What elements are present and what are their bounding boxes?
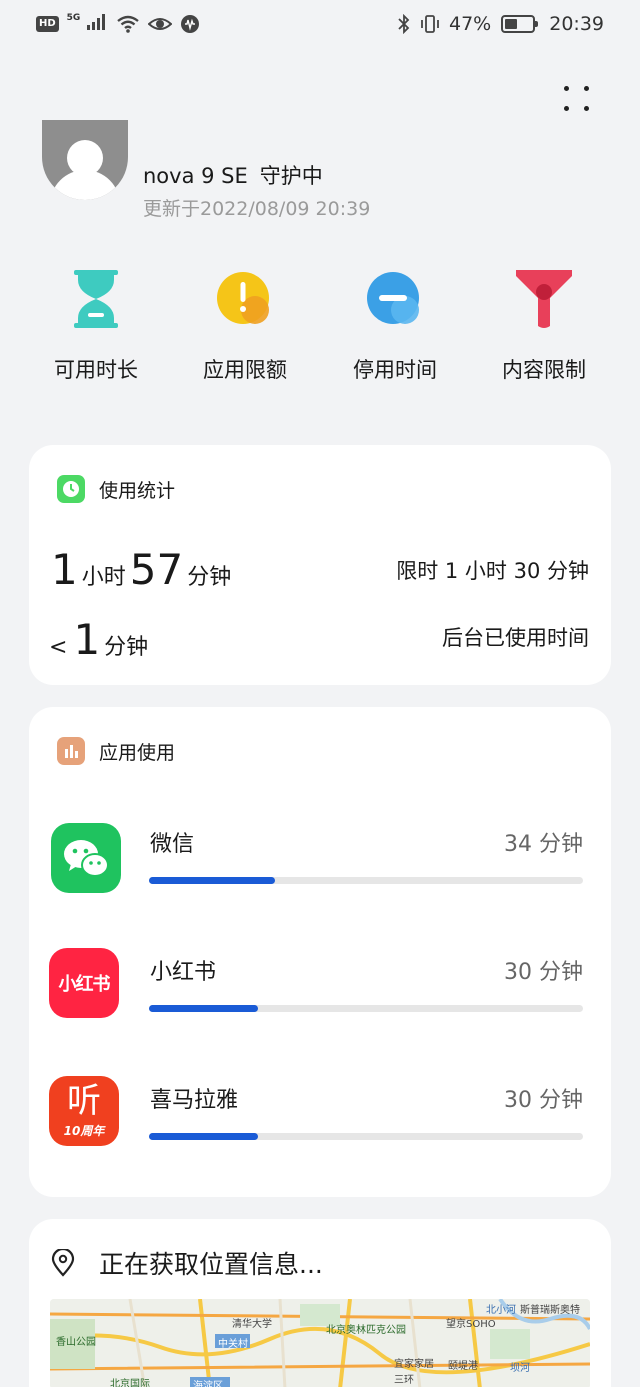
usage-hours: 1 [51, 545, 78, 594]
feature-label: 内容限制 [502, 358, 586, 382]
background-usage-label: 后台已使用时间 [442, 626, 589, 650]
app-usage-card[interactable]: 应用使用 微信 34 分钟 小红书 小红书 30 分钟 听 10周年 喜马拉雅 … [29, 707, 611, 1197]
app-icon-text: 小红书 [58, 974, 111, 995]
less-than-sign: < [49, 635, 68, 660]
app-time: 30 分钟 [504, 1088, 583, 1113]
minutes-unit: 分钟 [187, 565, 232, 590]
xiaohongshu-icon: 小红书 [49, 948, 119, 1018]
usage-stats-title: 使用统计 [99, 479, 176, 502]
map-label: 北京国际 [110, 1379, 150, 1387]
hourglass-icon [66, 268, 126, 330]
feature-label: 可用时长 [54, 358, 138, 382]
sound-wave-icon [181, 15, 200, 33]
bg-usage-unit: 分钟 [104, 635, 149, 660]
location-card[interactable]: 正在获取位置信息... 香山公园 清华大学 北京奥林匹克公园 望京SOHO 斯普… [29, 1219, 611, 1387]
feature-screen-time[interactable]: 可用时长 [21, 268, 171, 384]
location-pin-icon [51, 1249, 75, 1277]
map-label: 坝河 [510, 1363, 530, 1374]
device-title: nova 9 SE 守护中 [143, 160, 323, 190]
map-label: 清华大学 [232, 1319, 272, 1330]
app-time: 30 分钟 [504, 960, 583, 985]
battery-percent: 47% [449, 13, 492, 35]
app-time: 34 分钟 [504, 832, 583, 857]
map-preview[interactable]: 香山公园 清华大学 北京奥林匹克公园 望京SOHO 斯普瑞斯奥特 中关村 北小河… [50, 1299, 590, 1387]
app-icon-text: 听 [67, 1081, 101, 1121]
app-row-ximalaya[interactable]: 听 10周年 喜马拉雅 30 分钟 [29, 1076, 611, 1176]
signal-icon: 5G [67, 13, 109, 36]
update-time: 更新于2022/08/09 20:39 [143, 198, 371, 220]
status-left: HD 5G [36, 13, 200, 36]
map-label: 北京奥林匹克公园 [326, 1325, 406, 1336]
feature-downtime[interactable]: 停用时间 [320, 268, 470, 384]
map-label: 斯普瑞斯奥特 [520, 1305, 580, 1316]
app-usage-header: 应用使用 [57, 737, 175, 765]
hd-badge: HD [36, 16, 59, 32]
avatar [42, 120, 128, 200]
background-usage: < 1 分钟 [49, 615, 152, 664]
device-name: nova 9 SE [143, 164, 248, 188]
feature-content-filter[interactable]: 内容限制 [469, 268, 619, 384]
usage-bar-fill [149, 1133, 258, 1140]
app-row-wechat[interactable]: 微信 34 分钟 [29, 820, 611, 920]
usage-stats-header: 使用统计 [57, 475, 175, 503]
usage-bar [149, 877, 583, 884]
usage-bar-fill [149, 877, 275, 884]
location-header: 正在获取位置信息... [51, 1245, 323, 1281]
map-label: 海淀区 [193, 1381, 223, 1387]
app-name: 喜马拉雅 [150, 1088, 239, 1113]
app-row-xiaohongshu[interactable]: 小红书 小红书 30 分钟 [29, 948, 611, 1048]
feature-label: 停用时间 [353, 358, 437, 382]
vibrate-icon [421, 15, 439, 33]
wechat-icon [51, 823, 121, 893]
usage-bar [149, 1133, 583, 1140]
status-right: 47% 20:39 [397, 13, 604, 35]
content-filter-icon [514, 268, 574, 330]
clock-icon [57, 475, 85, 503]
total-usage: 1 小时 57 分钟 [51, 545, 235, 594]
device-status: 守护中 [259, 164, 323, 188]
map-label: 三环 [394, 1375, 414, 1386]
feature-grid: 可用时长 应用限额 停用时间 内容限制 [0, 268, 640, 388]
map-label: 香山公园 [56, 1337, 96, 1348]
bg-usage-value: 1 [73, 615, 101, 664]
app-limit-icon [215, 268, 275, 330]
clock: 20:39 [549, 13, 604, 35]
map-label: 颐堤港 [448, 1361, 478, 1372]
map-label: 北小河 [486, 1305, 516, 1316]
usage-bar-fill [149, 1005, 258, 1012]
map-label: 宜家家居 [394, 1359, 434, 1370]
usage-bar [149, 1005, 583, 1012]
time-limit: 限时 1 小时 30 分钟 [396, 559, 589, 583]
status-bar: HD 5G 47% 20:39 [0, 0, 640, 48]
map-label: 中关村 [218, 1339, 248, 1350]
app-usage-title: 应用使用 [99, 741, 176, 764]
ximalaya-icon: 听 10周年 [49, 1076, 119, 1146]
app-icon-subtext: 10周年 [63, 1124, 105, 1138]
feature-label: 应用限额 [203, 358, 287, 382]
location-title: 正在获取位置信息... [99, 1250, 323, 1279]
hours-unit: 小时 [81, 565, 126, 590]
battery-icon [501, 15, 539, 33]
feature-app-limit[interactable]: 应用限额 [170, 268, 320, 384]
app-name: 小红书 [150, 960, 217, 985]
eye-icon [148, 18, 173, 30]
usage-minutes: 57 [129, 545, 184, 594]
downtime-icon [365, 268, 425, 330]
bar-chart-icon [57, 737, 85, 765]
more-menu-icon[interactable] [560, 82, 594, 116]
app-name: 微信 [150, 832, 195, 857]
wifi-icon [117, 15, 140, 33]
usage-stats-card[interactable]: 使用统计 1 小时 57 分钟 限时 1 小时 30 分钟 < 1 分钟 后台已… [29, 445, 611, 685]
bluetooth-icon [398, 14, 410, 34]
map-label: 望京SOHO [446, 1319, 496, 1330]
